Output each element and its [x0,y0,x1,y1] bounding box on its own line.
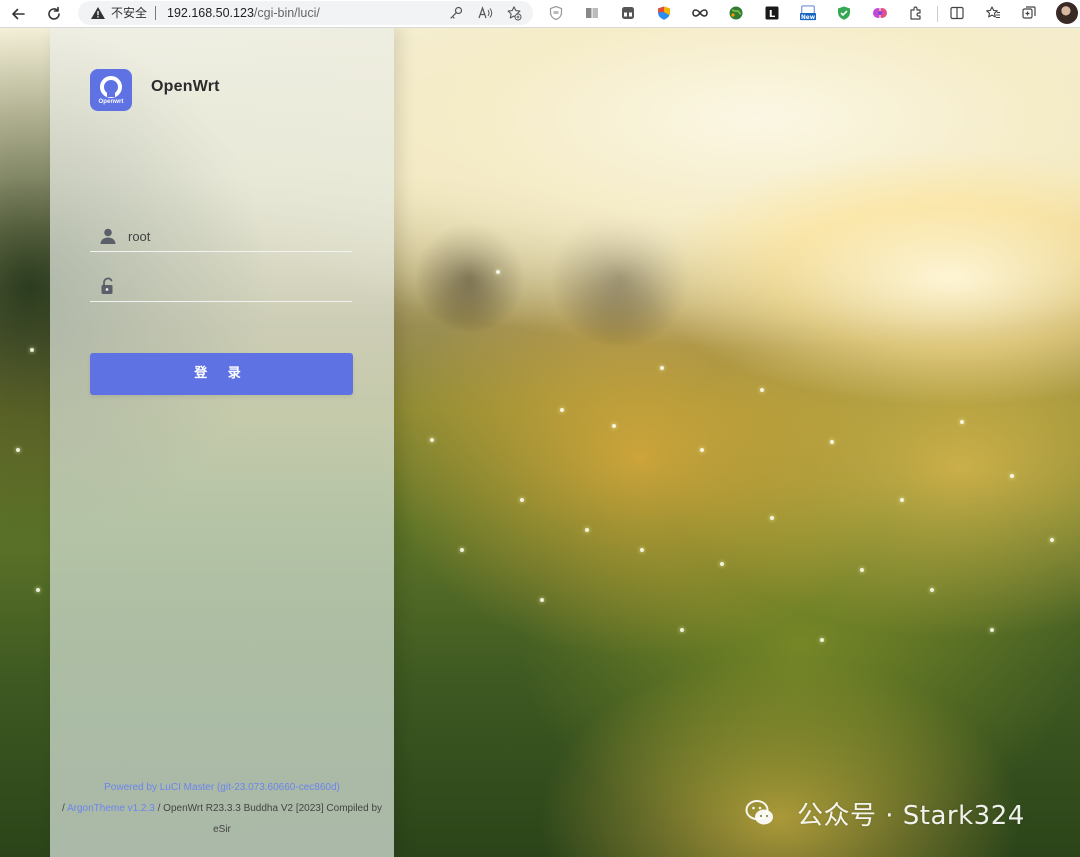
watermark-text: 公众号 · Stark324 [797,800,1025,831]
brain-icon [873,8,887,18]
extensions-button[interactable] [907,4,925,22]
warning-icon[interactable] [90,5,106,21]
favorites-button[interactable] [984,4,1002,22]
split-screen-icon [950,6,964,20]
favorites-star-icon [986,6,1000,19]
user-icon [100,228,116,244]
username-field [90,222,352,252]
footer-line-3: eSir [213,824,231,835]
luci-link[interactable]: Powered by LuCI Master (git-23.073.60660… [104,782,340,793]
puzzle-icon [910,6,921,20]
login-page: Openwrt OpenWrt 登 录 Powered by LuCI Mast… [0,28,1080,857]
globe-extension[interactable] [727,4,745,22]
shield-extension[interactable] [547,4,565,22]
logo-text: Openwrt [98,99,124,105]
infinity-icon [692,9,708,17]
favorite-add-icon[interactable] [506,5,522,21]
password-input[interactable] [128,276,348,296]
login-button[interactable]: 登 录 [90,353,353,395]
argon-theme-link[interactable]: ArgonTheme v1.2.3 [67,803,155,814]
password-field [90,272,352,302]
check-shield-icon [838,6,850,20]
openwrt-logo: Openwrt [90,69,132,111]
reload-icon [48,6,60,20]
grid-icon [622,7,634,19]
unlock-icon [101,277,113,294]
l-extension[interactable]: L [763,4,781,22]
new-badge-icon: New [800,5,816,21]
key-icon[interactable] [448,5,464,21]
reader-extension[interactable] [583,4,601,22]
l-badge-icon: L [765,6,779,20]
footer-line-1: Powered by LuCI Master (git-23.073.60660… [50,777,394,798]
footer: Powered by LuCI Master (git-23.073.60660… [50,777,394,840]
new-badge-text: New [801,15,816,21]
split-screen-button[interactable] [948,4,966,22]
l-badge-text: L [769,9,776,20]
colorful-shield-extension[interactable] [655,4,673,22]
address-divider [155,6,156,20]
green-shield-extension[interactable] [835,4,853,22]
infinity-extension[interactable] [691,4,709,22]
profile-avatar[interactable] [1056,2,1078,24]
new-extension[interactable]: New [799,4,817,22]
url-text[interactable]: 192.168.50.123/cgi-bin/luci/ [167,5,320,21]
book-icon [586,8,598,18]
url-host: 192.168.50.123 [167,6,254,20]
url-path: /cgi-bin/luci/ [253,6,320,20]
arrow-left-icon [12,8,25,20]
footer-compiled-text: / OpenWrt R23.3.3 Buddha V2 [2023] Compi… [157,803,383,814]
wechat-watermark: 公众号 · Stark324 [745,795,1025,831]
back-button[interactable] [6,2,30,26]
wechat-icon [745,800,773,825]
brain-extension[interactable] [871,4,889,22]
collections-button[interactable] [1020,4,1038,22]
reload-button[interactable] [42,2,66,26]
footer-slash: / [61,803,65,814]
collections-icon [1022,6,1036,19]
browser-toolbar: 不安全 192.168.50.123/cgi-bin/luci/ L New [0,0,1080,28]
read-aloud-icon[interactable] [477,5,493,21]
colorful-shield-icon [658,6,670,20]
shield-outline-icon [549,5,563,21]
username-input[interactable] [128,226,348,246]
brand-name: OpenWrt [151,78,220,95]
address-bar[interactable]: 不安全 192.168.50.123/cgi-bin/luci/ [78,1,533,25]
grid-extension[interactable] [619,4,637,22]
footer-line-2: / ArgonTheme v1.2.3 / OpenWrt R23.3.3 Bu… [50,798,394,819]
toolbar-divider [937,6,938,22]
security-label[interactable]: 不安全 [111,5,147,21]
login-panel: Openwrt OpenWrt 登 录 Powered by LuCI Mast… [50,28,394,857]
globe-icon [729,6,743,20]
